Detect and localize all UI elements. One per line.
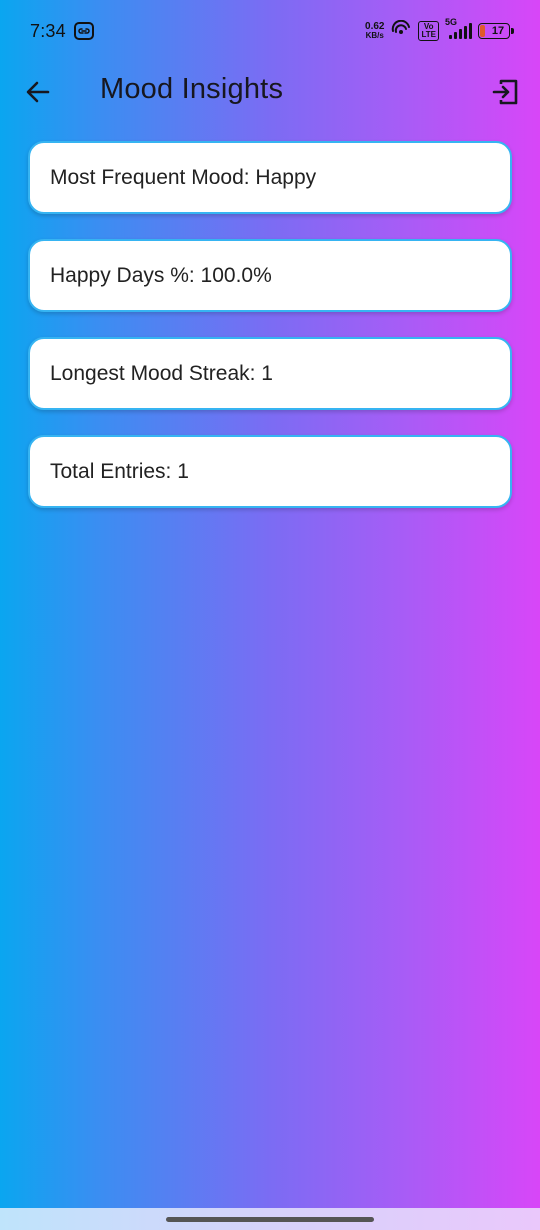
system-nav-bar — [0, 1208, 540, 1230]
net-speed-unit: KB/s — [365, 31, 384, 40]
insight-card-longest-streak: Longest Mood Streak: 1 — [28, 337, 512, 410]
battery-level: 17 — [491, 25, 505, 37]
volte-badge: Vo LTE — [418, 21, 439, 41]
network-type: 5G — [445, 17, 458, 27]
app-bar: Mood Insights — [0, 62, 540, 120]
insight-label: Longest Mood Streak: 1 — [50, 361, 273, 385]
battery-icon: 17 — [478, 23, 514, 39]
back-button[interactable] — [22, 76, 54, 108]
insight-card-most-frequent-mood: Most Frequent Mood: Happy — [28, 141, 512, 214]
arrow-left-icon — [26, 81, 50, 103]
insight-label: Total Entries: 1 — [50, 459, 189, 483]
status-time: 7:34 — [30, 20, 66, 41]
insight-card-total-entries: Total Entries: 1 — [28, 435, 512, 508]
hotspot-icon — [390, 19, 412, 43]
insight-label: Happy Days %: 100.0% — [50, 263, 272, 287]
home-indicator[interactable] — [166, 1216, 374, 1222]
link-icon — [73, 22, 94, 40]
insights-list: Most Frequent Mood: Happy Happy Days %: … — [28, 141, 512, 533]
net-speed: 0.62 KB/s — [365, 21, 385, 41]
net-speed-value: 0.62 — [365, 21, 385, 32]
logout-icon — [492, 79, 518, 105]
insight-label: Most Frequent Mood: Happy — [50, 165, 317, 189]
status-left: 7:34 — [30, 21, 94, 42]
status-right: 0.62 KB/s Vo LTE 5G 17 — [365, 17, 514, 43]
page-title: Mood Insights — [100, 73, 284, 105]
insight-card-happy-days-percent: Happy Days %: 100.0% — [28, 239, 512, 312]
status-bar: 7:34 0.62 KB/s Vo LTE 5G 17 — [0, 0, 540, 62]
logout-button[interactable] — [490, 76, 522, 108]
signal-strength-icon: 5G — [445, 17, 472, 39]
